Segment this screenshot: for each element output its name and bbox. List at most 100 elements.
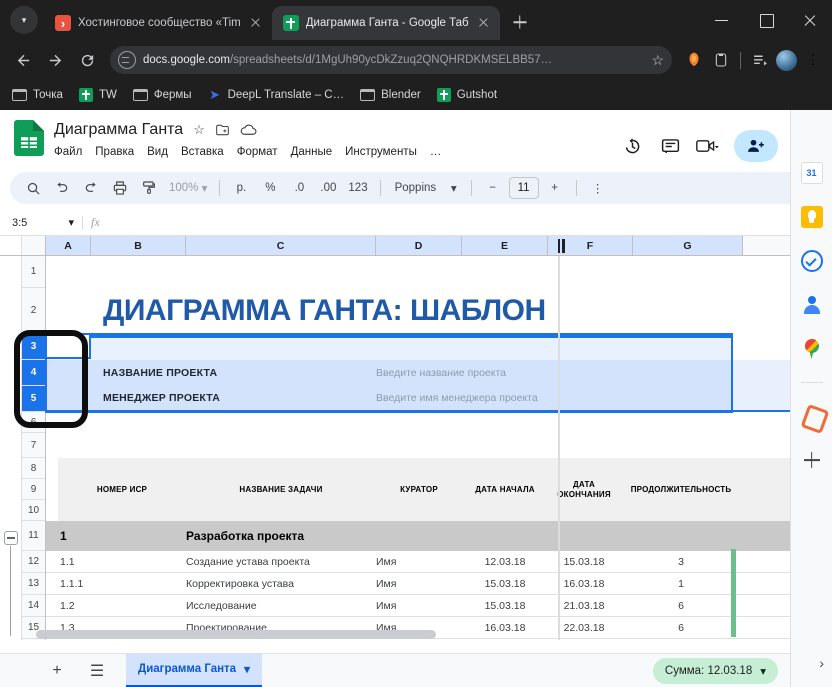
menu-tools[interactable]: Инструменты xyxy=(345,146,417,158)
cell-b1[interactable] xyxy=(91,256,832,288)
project-manager-label[interactable]: МЕНЕДЖЕР ПРОЕКТА xyxy=(91,386,376,410)
cell-duration[interactable]: 1 xyxy=(620,573,742,594)
comments-icon[interactable] xyxy=(658,134,682,158)
row-header-12[interactable]: 12 xyxy=(22,551,45,573)
group-rest[interactable] xyxy=(376,521,832,551)
all-sheets-button[interactable]: ☰ xyxy=(86,661,108,681)
cell-a4[interactable] xyxy=(46,360,91,386)
row-header-1[interactable]: 1 xyxy=(22,256,45,288)
bookmark-item[interactable]: TW xyxy=(78,88,117,102)
currency-format-button[interactable]: р. xyxy=(228,175,254,201)
chevron-down-icon[interactable]: ▾ xyxy=(760,664,766,678)
bookmark-item[interactable]: Точка xyxy=(12,89,63,101)
row-header-8[interactable]: 8 xyxy=(22,458,45,479)
expand-side-panel-icon[interactable]: › xyxy=(819,655,824,671)
cell-b7[interactable] xyxy=(46,433,832,458)
row-header-13[interactable]: 13 xyxy=(22,573,45,595)
calendar-icon[interactable] xyxy=(800,162,823,184)
row-header-14[interactable]: 14 xyxy=(22,595,45,617)
tab-search-button[interactable]: ▾ xyxy=(10,6,38,34)
project-name-value[interactable]: Введите название проекта xyxy=(376,360,731,386)
cell-owner[interactable]: Имя xyxy=(376,573,462,594)
browser-tab-2[interactable]: Диаграмма Ганта - Google Таб xyxy=(271,6,500,40)
search-icon[interactable] xyxy=(20,175,46,201)
th-start[interactable]: ДАТА НАЧАЛА xyxy=(462,458,548,521)
firefox-extension-icon[interactable] xyxy=(683,49,705,71)
decrease-font-size-button[interactable]: − xyxy=(480,175,506,201)
window-close-button[interactable] xyxy=(788,3,832,37)
horizontal-scrollbar[interactable] xyxy=(36,630,436,639)
cell-wbs[interactable]: 1.2 xyxy=(58,595,186,616)
row-header-3[interactable]: 3 xyxy=(22,334,45,360)
sheet-title[interactable]: ДИАГРАММА ГАНТА: ШАБЛОН xyxy=(91,288,731,334)
increase-decimal-button[interactable]: .00 xyxy=(315,175,341,201)
bookmark-item[interactable]: Blender xyxy=(360,89,421,101)
cell-task-name[interactable]: Исследование xyxy=(186,595,376,616)
cell-wbs[interactable]: 1.1 xyxy=(58,551,186,572)
th-owner[interactable]: КУРАТОР xyxy=(376,458,462,521)
bookmark-star-icon[interactable]: ☆ xyxy=(651,52,664,69)
font-family-select[interactable]: Poppins ▾ xyxy=(389,175,463,201)
column-header-g[interactable]: G xyxy=(633,236,743,255)
cell-wbs[interactable]: 1.1.1 xyxy=(58,573,186,594)
cell-duration[interactable]: 6 xyxy=(620,595,742,616)
version-history-icon[interactable] xyxy=(620,134,644,158)
share-button[interactable] xyxy=(734,130,778,162)
column-header-c[interactable]: C xyxy=(186,236,376,255)
cell-duration[interactable]: 3 xyxy=(620,551,742,572)
th-task-name[interactable]: НАЗВАНИЕ ЗАДАЧИ xyxy=(186,458,376,521)
back-icon[interactable] xyxy=(8,45,38,75)
row-header-11[interactable]: 11 xyxy=(22,521,45,551)
group-number[interactable]: 1 xyxy=(58,521,186,551)
contacts-icon[interactable] xyxy=(801,294,823,316)
project-name-label[interactable]: НАЗВАНИЕ ПРОЕКТА xyxy=(91,360,376,386)
cell-task-name[interactable]: Создание устава проекта xyxy=(186,551,376,572)
cell-a1[interactable] xyxy=(46,256,91,288)
menu-edit[interactable]: Правка xyxy=(95,146,134,158)
cell-a3[interactable] xyxy=(46,334,91,360)
cell-task-name[interactable]: Корректировка устава xyxy=(186,573,376,594)
font-size-input[interactable]: 11 xyxy=(508,177,539,199)
sum-status-chip[interactable]: Сумма: 12.03.18 ▾ xyxy=(652,657,778,684)
close-icon[interactable] xyxy=(248,15,264,31)
increase-font-size-button[interactable]: + xyxy=(542,175,568,201)
paint-format-icon[interactable] xyxy=(136,175,162,201)
add-apps-icon[interactable] xyxy=(801,449,823,471)
row-header-2[interactable]: 2 xyxy=(22,288,45,334)
new-tab-button[interactable] xyxy=(507,9,533,35)
grid-cells[interactable]: ДИАГРАММА ГАНТА: ШАБЛОН НАЗВАНИЕ ПРОЕКТА xyxy=(45,256,832,640)
sheet-tab-gantt[interactable]: Диаграмма Ганта ▾ xyxy=(126,653,262,687)
percent-format-button[interactable]: % xyxy=(257,175,283,201)
bookmark-item[interactable]: ➤ DeepL Translate – C… xyxy=(208,87,344,102)
cell-start[interactable]: 16.03.18 xyxy=(462,617,548,638)
cell-start[interactable]: 12.03.18 xyxy=(462,551,548,572)
column-header-a[interactable]: A xyxy=(46,236,91,255)
cell-duration[interactable]: 6 xyxy=(620,617,742,638)
add-sheet-button[interactable]: + xyxy=(46,662,68,680)
chevron-down-icon[interactable]: ▾ xyxy=(244,662,250,676)
move-to-folder-icon[interactable] xyxy=(215,123,230,137)
reload-icon[interactable] xyxy=(72,45,102,75)
more-formats-button[interactable]: 123 xyxy=(344,175,371,201)
chrome-menu-icon[interactable]: ⋮ xyxy=(802,49,824,71)
column-header-d[interactable]: D xyxy=(376,236,462,255)
maps-icon[interactable] xyxy=(801,338,823,360)
cell-owner[interactable]: Имя xyxy=(376,551,462,572)
orange-app-icon[interactable] xyxy=(801,405,823,427)
th-duration[interactable]: ПРОДОЛЖИТЕЛЬНОСТЬ xyxy=(620,458,742,521)
more-options-button[interactable]: ⋮ xyxy=(585,175,611,201)
row-header-4[interactable]: 4 xyxy=(22,360,45,386)
group-name[interactable]: Разработка проекта xyxy=(186,521,376,551)
profile-avatar[interactable] xyxy=(776,49,797,71)
forward-icon[interactable] xyxy=(40,45,70,75)
freeze-pane-handle[interactable] xyxy=(556,239,566,253)
close-icon[interactable] xyxy=(476,15,492,31)
print-icon[interactable] xyxy=(107,175,133,201)
menu-data[interactable]: Данные xyxy=(291,146,333,158)
reading-list-icon[interactable] xyxy=(749,49,771,71)
cell-a2[interactable] xyxy=(46,288,91,334)
column-header-e[interactable]: E xyxy=(462,236,548,255)
undo-icon[interactable] xyxy=(49,175,75,201)
row-header-5[interactable]: 5 xyxy=(22,386,45,412)
cloud-saved-icon[interactable] xyxy=(240,123,257,137)
